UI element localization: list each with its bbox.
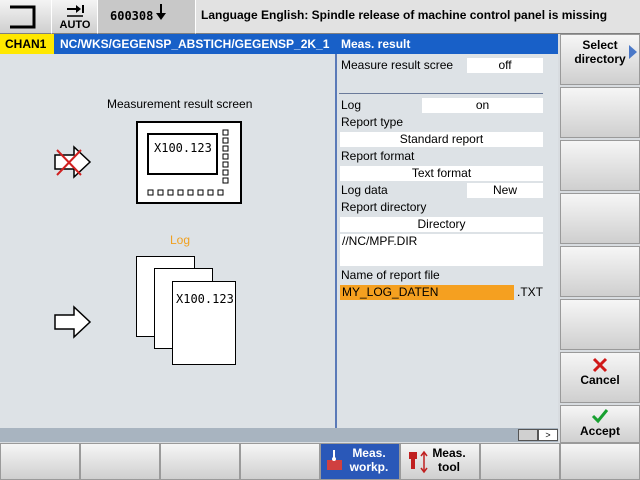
report-directory-label: Report directory [341, 200, 427, 214]
accept-label: Accept [579, 424, 620, 438]
mode-label: AUTO [59, 19, 91, 31]
settings-form: Measure result scree off Log on Report t… [337, 54, 558, 428]
report-file-field[interactable]: MY_LOG_DATEN [340, 285, 514, 300]
log-field[interactable]: on [422, 98, 543, 113]
cancel-label: Cancel [580, 373, 620, 387]
select-directory-line1: Select [582, 38, 618, 52]
scroll-left-button[interactable] [518, 429, 538, 441]
alarm-message-area: Language English: Spindle release of mac… [196, 0, 640, 34]
report-path-field[interactable]: //NC/MPF.DIR [340, 234, 543, 266]
vertical-softkey-5[interactable] [560, 246, 640, 297]
alarm-message: Language English: Spindle release of mac… [201, 8, 608, 22]
arrow-right-icon [54, 305, 92, 339]
monitor-value: X100.123 [154, 141, 212, 155]
accept-check-icon [591, 409, 609, 424]
horizontal-softkey-1[interactable] [0, 443, 80, 480]
meas-workpiece-softkey[interactable]: Meas. workp. [320, 443, 400, 480]
report-format-label: Report format [341, 149, 415, 163]
channel-label: CHAN1 [0, 34, 54, 54]
horizontal-softkey-4[interactable] [240, 443, 320, 480]
report-file-label: Name of report file [341, 268, 440, 282]
log-page-front: X100.123 [172, 281, 236, 365]
monitor-illustration: X100.123 [136, 121, 242, 204]
horizontal-scrollbar[interactable]: > [0, 428, 558, 442]
measure-result-screen-label: Measure result scree [341, 58, 454, 72]
monitor-bottom-keys-icon [147, 189, 224, 196]
log-illustration-title: Log [170, 233, 191, 247]
log-label: Log [341, 98, 362, 112]
program-path: NC/WKS/GEGENSP_ABSTICH/GEGENSP_2K_1 [60, 37, 330, 51]
program-status: 600308 [98, 0, 196, 34]
monitor-side-keys-icon [222, 129, 229, 184]
measure-result-screen-field[interactable]: off [467, 58, 543, 73]
auto-mode-icon [67, 5, 84, 17]
log-data-label: Log data [341, 183, 388, 197]
program-value: 600308 [110, 9, 154, 23]
workpiece-probe-icon [327, 450, 342, 470]
vertical-softkey-4[interactable] [560, 193, 640, 244]
report-format-field[interactable]: Text format [340, 166, 543, 181]
down-arrow-icon [156, 4, 166, 20]
crossed-arrow-icon [54, 145, 92, 179]
mode-indicator: AUTO [52, 0, 98, 34]
log-data-field[interactable]: New [467, 183, 543, 198]
horizontal-softkey-2[interactable] [80, 443, 160, 480]
horizontal-softkey-3[interactable] [160, 443, 240, 480]
title-bar: CHAN1 NC/WKS/GEGENSP_ABSTICH/GEGENSP_2K_… [0, 34, 558, 54]
tool-measure-icon [409, 450, 428, 474]
cancel-x-icon [592, 357, 608, 373]
back-button[interactable] [0, 0, 52, 34]
screen-illustration-title: Measurement result screen [107, 97, 253, 111]
form-separator [339, 93, 543, 94]
horizontal-softkey-7[interactable] [480, 443, 560, 480]
vertical-softkey-6[interactable] [560, 299, 640, 350]
cancel-softkey[interactable]: Cancel [560, 352, 640, 403]
vertical-softkey-2[interactable] [560, 87, 640, 138]
report-directory-field[interactable]: Directory [340, 217, 543, 232]
monitor-screen: X100.123 [147, 133, 218, 175]
select-directory-line2: directory [574, 52, 626, 66]
scroll-right-button[interactable]: > [538, 429, 558, 441]
report-file-extension: .TXT [517, 285, 543, 299]
vertical-softkey-3[interactable] [560, 140, 640, 191]
select-directory-softkey[interactable]: Select directory [560, 34, 640, 85]
panel-title: Meas. result [341, 37, 411, 51]
accept-softkey[interactable]: Accept [560, 405, 640, 443]
header-bar: AUTO 600308 Language English: Spindle re… [0, 0, 640, 34]
triangle-right-icon [629, 45, 637, 59]
back-bracket-icon [10, 5, 36, 29]
meas-tool-softkey[interactable]: Meas. tool [400, 443, 480, 480]
report-type-field[interactable]: Standard report [340, 132, 543, 147]
illustration-panel: Measurement result screen X100.123 Log X… [0, 54, 337, 428]
horizontal-softkey-8[interactable] [560, 443, 640, 480]
log-page-value: X100.123 [176, 292, 234, 306]
report-type-label: Report type [341, 115, 404, 129]
